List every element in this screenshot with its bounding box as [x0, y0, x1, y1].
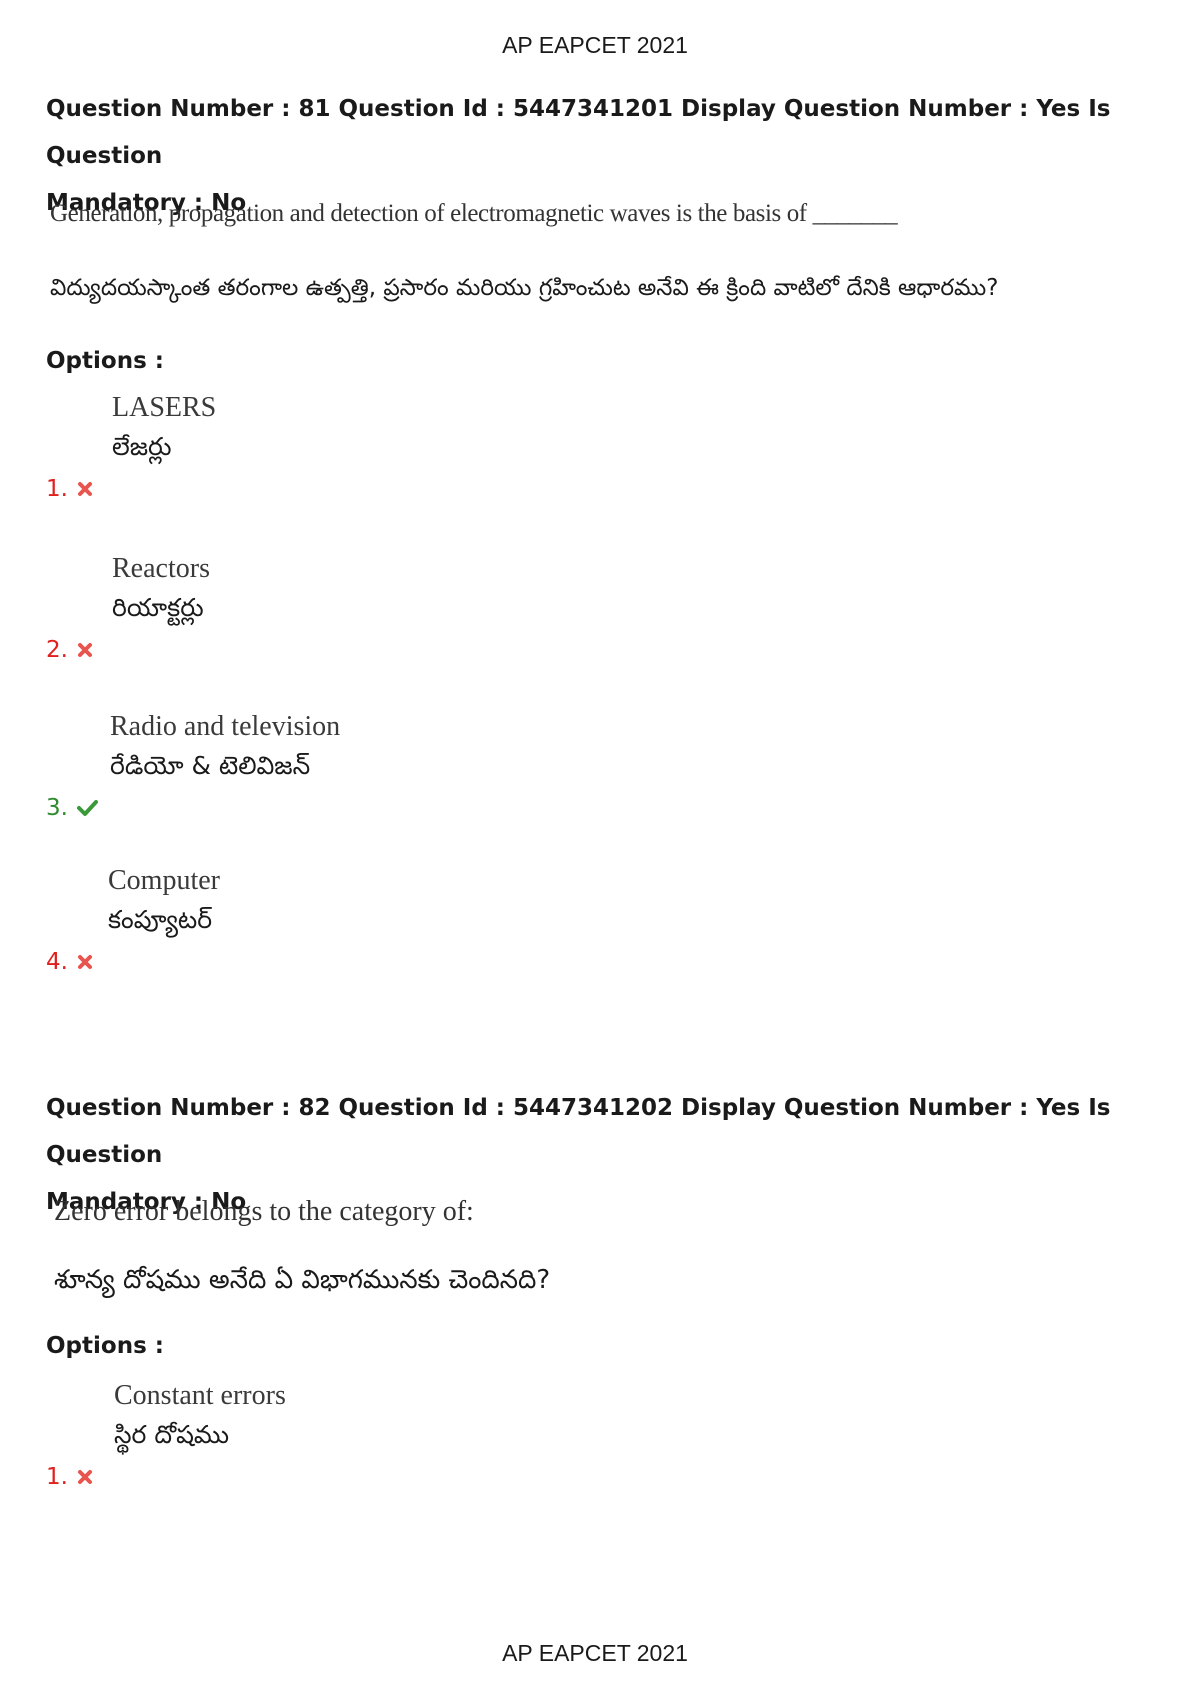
- option-text-telugu: రియాక్టర్లు: [112, 593, 204, 622]
- option-text-telugu: లేజర్లు: [112, 432, 172, 461]
- options-label: Options :: [46, 348, 164, 374]
- question-82-text-english: Zero error belongs to the category of:: [54, 1196, 474, 1227]
- option-1: LASERS లేజర్లు 1.: [46, 392, 846, 502]
- option-text-telugu: కంప్యూటర్: [108, 905, 213, 934]
- option-text-telugu: రేడియో & టెలివిజన్: [110, 751, 311, 780]
- option-3: Radio and television రేడియో & టెలివిజన్ …: [46, 711, 846, 821]
- option-number: 1.: [46, 1464, 68, 1490]
- question-meta-line: Question Number : 82 Question Id : 54473…: [46, 1095, 1111, 1168]
- option-text-telugu: స్థిర దోషము: [114, 1420, 229, 1449]
- option-number: 2.: [46, 637, 68, 663]
- page-footer: AP EAPCET 2021: [502, 1640, 688, 1666]
- cross-icon: [78, 643, 92, 657]
- option-text-english: Computer: [108, 865, 220, 896]
- option-4: Computer కంప్యూటర్ 4.: [46, 865, 846, 975]
- question-82-text-telugu: శూన్య దోషము అనేది ఏ విభాగమునకు చెందినది?: [54, 1265, 551, 1295]
- cross-icon: [78, 955, 92, 969]
- option-text-english: Constant errors: [114, 1380, 286, 1411]
- option-2: Reactors రియాక్టర్లు 2.: [46, 553, 846, 663]
- question-meta-line: Question Number : 81 Question Id : 54473…: [46, 96, 1111, 169]
- option-number: 1.: [46, 476, 68, 502]
- option-text-english: Radio and television: [110, 711, 341, 742]
- check-icon: [77, 800, 98, 816]
- option-1: Constant errors స్థిర దోషము 1.: [46, 1380, 846, 1490]
- option-text-english: LASERS: [112, 392, 217, 423]
- cross-icon: [78, 1470, 92, 1484]
- option-number: 4.: [46, 949, 68, 975]
- cross-icon: [78, 482, 92, 496]
- option-number: 3.: [46, 795, 68, 821]
- question-81-text-english: Generation, propagation and detection of…: [50, 200, 898, 227]
- page-header: AP EAPCET 2021: [502, 32, 688, 58]
- options-label: Options :: [46, 1333, 164, 1359]
- option-text-english: Reactors: [112, 553, 210, 584]
- question-81-text-telugu: విద్యుదయస్కాంత తరంగాల ఉత్పత్తి, ప్రసారం …: [50, 275, 999, 301]
